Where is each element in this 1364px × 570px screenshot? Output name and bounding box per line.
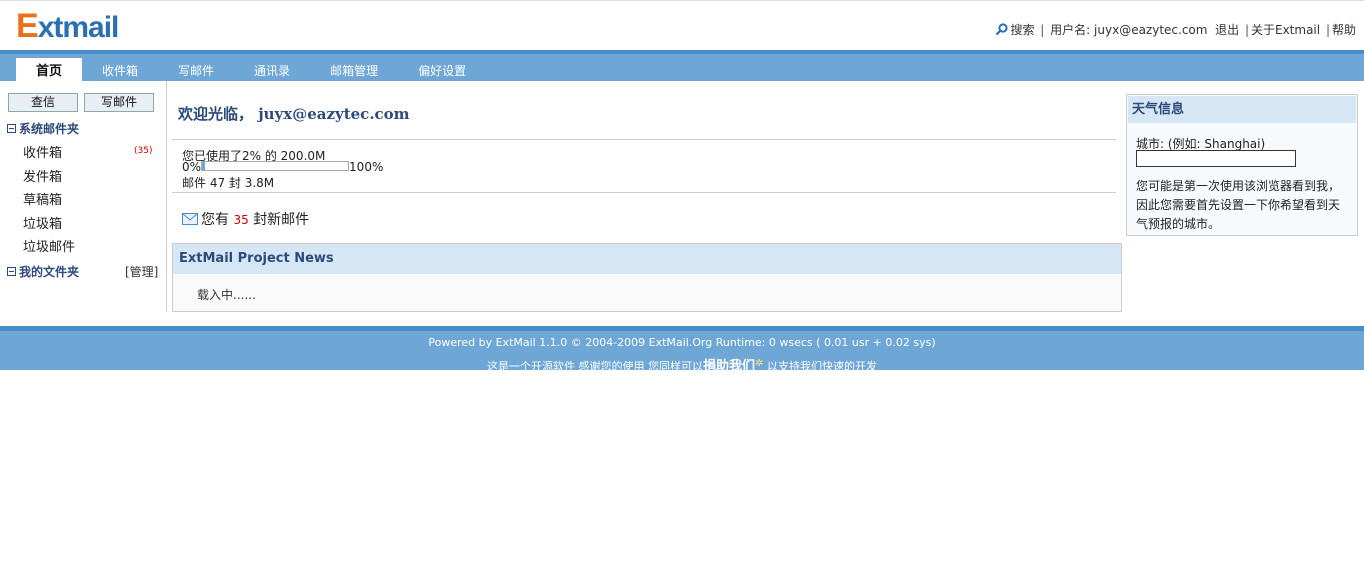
weather-message: 您可能是第一次使用该浏览器看到我，因此您需要首先设置一下你希望看到天气预报的城市…: [1136, 179, 1341, 231]
check-mail-button[interactable]: 查信: [8, 93, 78, 112]
quota-progress-fill: [202, 162, 205, 170]
main-nav: 首页 收件箱 写邮件 通讯录 邮箱管理 偏好设置: [0, 50, 1364, 85]
quota-bar-row: 0% 100%: [182, 160, 383, 174]
news-loading-text: 载入中......: [197, 288, 256, 302]
compose-button[interactable]: 写邮件: [84, 93, 154, 112]
news-title: ExtMail Project News: [173, 244, 1121, 274]
separator: |: [1040, 23, 1045, 37]
sidebar-item-trash[interactable]: 垃圾箱: [23, 213, 62, 232]
quota-max-label: 100%: [349, 160, 384, 174]
divider: [172, 192, 1116, 193]
user-label: 用户名:: [1050, 23, 1091, 37]
quota-progress-bar: [201, 161, 350, 171]
search-icon[interactable]: [995, 23, 1009, 36]
footer-line2: 这是一个开源软件 感谢您的使用 您同样可以捐助我们✲ 以支持我们快速的开发: [0, 355, 1364, 374]
new-mail-notice[interactable]: 您有 35 封新邮件: [182, 209, 309, 229]
sparkle-icon: ✲: [755, 358, 764, 369]
separator: |: [1244, 23, 1249, 37]
system-folders-header[interactable]: 系统邮件夹: [7, 120, 79, 137]
footer: Powered by ExtMail 1.1.0 © 2004-2009 Ext…: [0, 326, 1364, 374]
collapse-icon[interactable]: [7, 267, 16, 276]
new-mail-prefix: 您有: [201, 212, 229, 228]
divider: [172, 139, 1116, 140]
news-panel: ExtMail Project News 载入中......: [172, 243, 1122, 312]
user-email: juyx@eazytec.com: [1094, 23, 1208, 37]
header: Extmail 搜索 | 用户名: juyx@eazytec.com 退出 | 关…: [0, 0, 1364, 50]
footer-line2-suffix: 以支持我们快速的开发: [766, 360, 877, 373]
search-link[interactable]: 搜索: [1010, 23, 1034, 37]
inbox-count-badge: (35): [134, 146, 153, 156]
weather-panel: 天气信息 城市: (例如: Shanghai) 您可能是第一次使用该浏览器看到我…: [1126, 94, 1358, 236]
logo-text: xtmail: [37, 11, 120, 44]
new-mail-count[interactable]: 35: [233, 213, 248, 227]
my-folders-header[interactable]: 我的文件夹: [7, 263, 79, 280]
envelope-icon: [182, 213, 198, 225]
quota-min-label: 0%: [182, 160, 202, 174]
sidebar-item-sent[interactable]: 发件箱: [23, 166, 62, 185]
powered-by-text: Powered by ExtMail 1.1.0 © 2004-2009 Ext…: [428, 336, 936, 349]
sidebar: 查信 写邮件 系统邮件夹 收件箱 (35) 发件箱 草稿箱 垃圾箱 垃圾邮件 我…: [0, 81, 167, 312]
help-link[interactable]: 帮助: [1332, 23, 1356, 37]
footer-line2-prefix: 这是一个开源软件 感谢您的使用 您同样可以: [487, 360, 704, 373]
weather-title: 天气信息: [1128, 96, 1356, 123]
extmail-logo[interactable]: Extmail: [16, 7, 120, 46]
city-input[interactable]: [1136, 150, 1296, 167]
sidebar-item-drafts[interactable]: 草稿箱: [23, 189, 62, 208]
sidebar-item-inbox[interactable]: 收件箱: [23, 142, 62, 161]
collapse-icon[interactable]: [7, 124, 16, 133]
about-link[interactable]: 关于Extmail: [1251, 23, 1320, 37]
new-mail-suffix: 封新邮件: [253, 212, 310, 228]
logo-letter: E: [16, 7, 39, 45]
manage-folders-link[interactable]: [管理]: [125, 263, 158, 280]
my-folders-label: 我的文件夹: [19, 265, 80, 279]
mail-count-text: 邮件 47 封 3.8M: [182, 176, 275, 190]
main-content: 欢迎光临， juyx@eazytec.com 您已使用了2% 的 200.0M …: [172, 81, 1122, 312]
sidebar-item-spam[interactable]: 垃圾邮件: [23, 236, 75, 255]
system-folders-label: 系统邮件夹: [19, 122, 80, 136]
welcome-heading: 欢迎光临， juyx@eazytec.com: [178, 105, 410, 123]
top-links: 搜索 | 用户名: juyx@eazytec.com 退出 | 关于Extmail…: [995, 21, 1356, 38]
donate-link[interactable]: 捐助我们: [703, 359, 755, 374]
separator: |: [1325, 23, 1330, 37]
logout-link[interactable]: 退出: [1215, 23, 1239, 37]
